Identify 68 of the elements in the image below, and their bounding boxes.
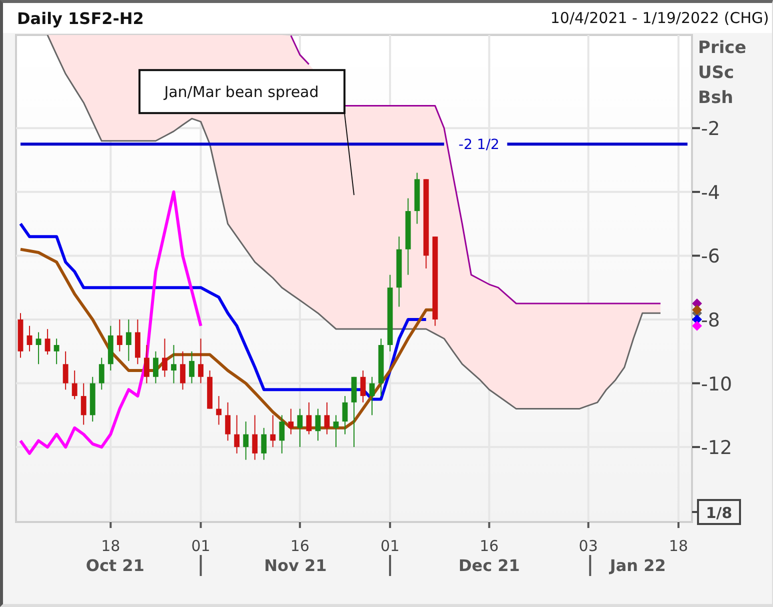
month-label: Oct 21: [86, 556, 144, 575]
x-tick-label: 16: [290, 537, 310, 555]
candlestick: [342, 396, 348, 435]
candlestick: [261, 427, 267, 460]
candlestick: [80, 382, 86, 426]
candlestick: [144, 344, 150, 384]
candlestick: [90, 376, 96, 422]
candlestick: [270, 414, 276, 448]
x-tick-label: 03: [578, 537, 598, 555]
candlestick: [306, 402, 312, 435]
candlestick: [134, 318, 140, 365]
candlestick: [216, 396, 222, 426]
candlestick: [54, 338, 60, 365]
candlestick: [243, 421, 249, 460]
candlestick: [378, 338, 384, 397]
axis-title: Price: [698, 38, 746, 58]
candlestick: [333, 414, 339, 448]
candlestick: [36, 332, 42, 365]
candlestick: [26, 325, 32, 352]
axis-title: Bsh: [698, 88, 734, 108]
month-label: Nov 21: [264, 556, 327, 575]
candlestick: [207, 370, 212, 410]
chart-title: Daily 1SF2-H2: [17, 8, 144, 28]
candlestick: [44, 328, 50, 356]
candlestick: [324, 402, 330, 435]
candlestick: [198, 338, 204, 384]
candlestick: [315, 408, 321, 442]
candlestick: [18, 312, 24, 358]
callout-text: Jan/Mar bean spread: [164, 83, 319, 102]
candlestick: [171, 344, 176, 384]
candlestick: [116, 318, 122, 352]
axis-title: USc: [698, 63, 734, 83]
date-range: 10/4/2021 - 1/19/2022 (CHG): [550, 9, 769, 27]
candlestick: [297, 408, 303, 448]
candlestick: [225, 402, 231, 442]
y-tick-label: -10: [701, 373, 732, 396]
candlestick: [62, 350, 68, 390]
x-tick-label: 18: [101, 537, 120, 555]
fraction-label: 1/8: [706, 504, 732, 522]
candlestick: [234, 414, 240, 454]
candlestick: [252, 414, 258, 460]
x-tick-label: 01: [380, 537, 400, 555]
candlestick: [153, 350, 158, 384]
x-tick-label: 16: [480, 537, 499, 555]
y-tick-label: -12: [701, 437, 732, 460]
candlestick: [108, 325, 114, 371]
candlestick: [288, 408, 294, 435]
y-tick-label: -8: [701, 309, 720, 332]
month-label: Jan 22: [610, 556, 666, 575]
candlestick: [396, 236, 402, 308]
x-tick-label: 18: [668, 537, 688, 555]
x-tick-label: 01: [191, 537, 210, 555]
candlestick: [180, 350, 186, 390]
y-tick-label: -2: [701, 118, 720, 140]
candlestick: [98, 357, 104, 390]
candlestick: [72, 370, 78, 400]
y-tick-label: -6: [701, 246, 720, 268]
candlestick: [360, 370, 366, 403]
candlestick: [189, 350, 194, 384]
candlestick: [126, 318, 132, 362]
reference-label: -2 1/2: [458, 137, 500, 154]
y-tick-label: -4: [701, 182, 720, 204]
month-label: Dec 21: [458, 556, 520, 575]
candlestick: [369, 376, 375, 416]
candlestick: [279, 414, 285, 454]
candlestick: [351, 376, 357, 448]
candlestick: [162, 338, 168, 378]
candlestick: [414, 172, 420, 224]
